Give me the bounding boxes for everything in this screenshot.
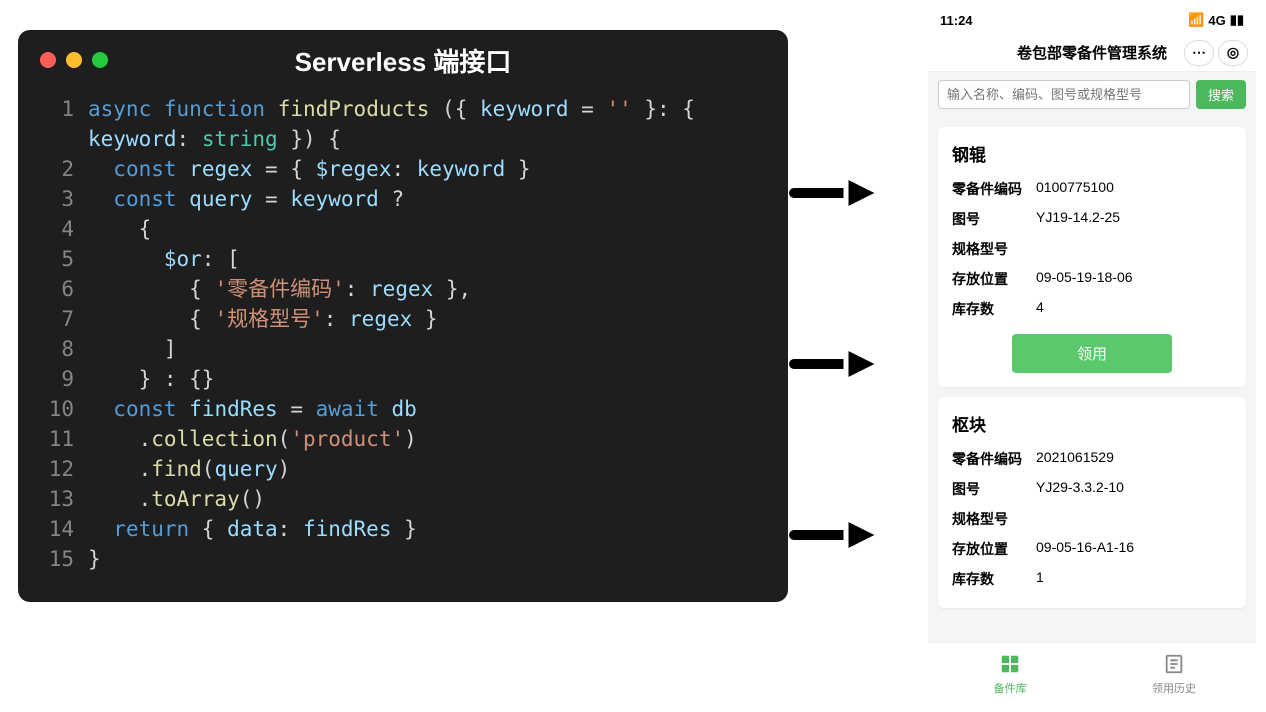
val-spec [1036,509,1232,529]
code-line: 13 .toArray() [40,484,766,514]
arrow-icon [788,170,928,221]
val-stock: 1 [1036,569,1232,589]
battery-icon: ▮▮ [1230,12,1244,28]
item-card[interactable]: 枢块 零备件编码2021061529 图号YJ29-3.3.2-10 规格型号 … [938,397,1246,608]
code-line: 2 const regex = { $regex: keyword } [40,154,766,184]
arrow-icon [788,341,928,392]
val-stock: 4 [1036,299,1232,319]
code-line: 11 .collection('product') [40,424,766,454]
minimize-icon[interactable] [66,52,82,68]
code-line: 12 .find(query) [40,454,766,484]
claim-button[interactable]: 领用 [1012,334,1172,373]
target-button[interactable]: ◎ [1218,40,1248,66]
code-window: Serverless 端接口 1async function findProdu… [18,30,788,602]
code-line: 4 { [40,214,766,244]
tab-label: 备件库 [994,680,1027,696]
code-line: 9 } : {} [40,364,766,394]
tab-history[interactable]: 领用历史 [1092,643,1256,706]
code-line: 8 ] [40,334,766,364]
label-location: 存放位置 [952,539,1036,559]
code-line: 14 return { data: findRes } [40,514,766,544]
grid-icon [999,653,1021,678]
close-icon[interactable] [40,52,56,68]
val-location: 09-05-19-18-06 [1036,269,1232,289]
arrows [788,0,928,683]
code-line: 10 const findRes = await db [40,394,766,424]
code-line: 5 $or: [ [40,244,766,274]
label-stock: 库存数 [952,299,1036,319]
label-code: 零备件编码 [952,449,1036,469]
val-drawing: YJ19-14.2-25 [1036,209,1232,229]
label-drawing: 图号 [952,479,1036,499]
code-line: 7 { '规格型号': regex } [40,304,766,334]
tab-label: 领用历史 [1152,680,1196,696]
arrow-icon [788,512,928,563]
code-title: Serverless 端接口 [295,42,512,79]
code-line: keyword: string }) { [40,124,766,154]
label-code: 零备件编码 [952,179,1036,199]
label-stock: 库存数 [952,569,1036,589]
label-spec: 规格型号 [952,509,1036,529]
app-header: 卷包部零备件管理系统 ⋯ ◎ [928,34,1256,72]
search-input[interactable] [938,80,1190,109]
code-line: 6 { '零备件编码': regex }, [40,274,766,304]
code-line: 1async function findProducts ({ keyword … [40,94,766,124]
val-spec [1036,239,1232,259]
page-title: 卷包部零备件管理系统 [1017,42,1167,63]
card-list: 钢辊 零备件编码0100775100 图号YJ19-14.2-25 规格型号 存… [928,117,1256,642]
status-time: 11:24 [940,13,973,28]
label-location: 存放位置 [952,269,1036,289]
list-icon [1163,653,1185,678]
val-code: 2021061529 [1036,449,1232,469]
maximize-icon[interactable] [92,52,108,68]
val-location: 09-05-16-A1-16 [1036,539,1232,559]
val-drawing: YJ29-3.3.2-10 [1036,479,1232,499]
code-line: 15} [40,544,766,574]
item-name: 钢辊 [952,141,1232,166]
code-line: 3 const query = keyword ? [40,184,766,214]
code-body: 1async function findProducts ({ keyword … [18,76,788,574]
label-spec: 规格型号 [952,239,1036,259]
tab-inventory[interactable]: 备件库 [928,643,1092,706]
status-bar: 11:24 📶 4G ▮▮ [928,6,1256,34]
more-button[interactable]: ⋯ [1184,40,1214,66]
network-label: 4G [1208,13,1225,28]
label-drawing: 图号 [952,209,1036,229]
phone-screen: 11:24 📶 4G ▮▮ 卷包部零备件管理系统 ⋯ ◎ 搜索 钢辊 零备件编码… [928,6,1256,706]
val-code: 0100775100 [1036,179,1232,199]
tabbar: 备件库 领用历史 [928,642,1256,706]
signal-icon: 📶 [1188,12,1204,28]
search-button[interactable]: 搜索 [1196,80,1246,109]
traffic-lights [40,52,108,68]
item-card[interactable]: 钢辊 零备件编码0100775100 图号YJ19-14.2-25 规格型号 存… [938,127,1246,387]
item-name: 枢块 [952,411,1232,436]
